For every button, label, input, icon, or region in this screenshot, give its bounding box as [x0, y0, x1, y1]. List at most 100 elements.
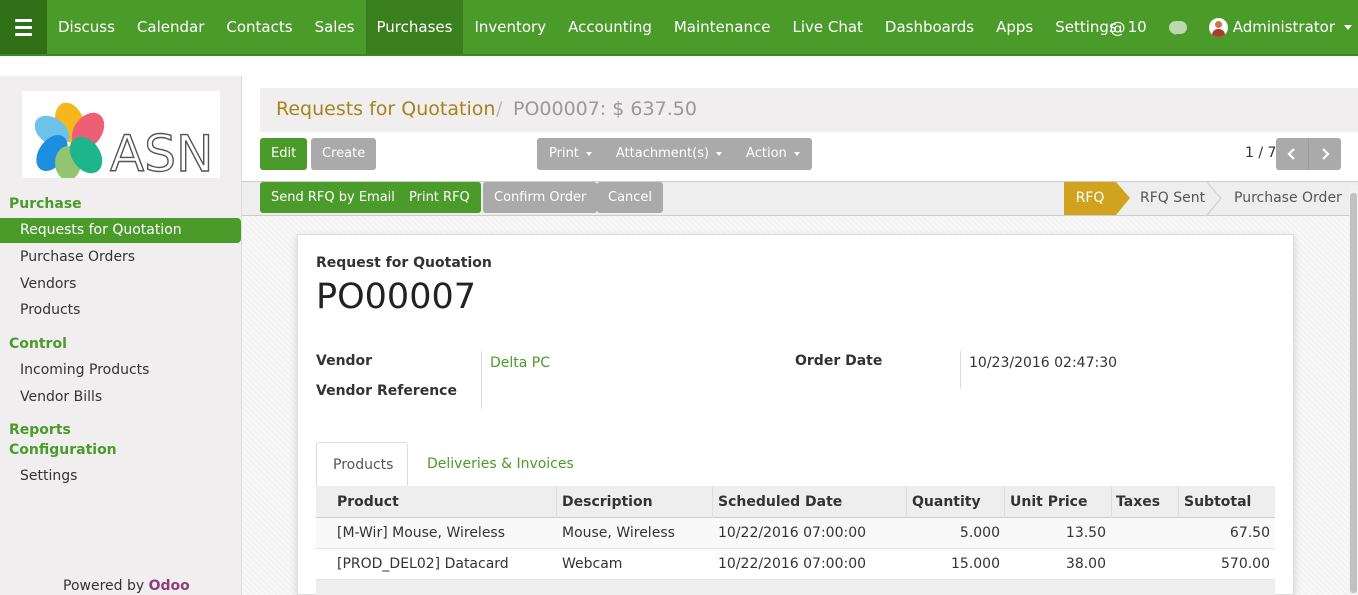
sidebar-actions: Print Attachment(s) Action [537, 138, 812, 170]
powered-by-label: Powered by [63, 578, 145, 594]
top-navbar: Discuss Calendar Contacts Sales Purchase… [0, 0, 1358, 56]
row-unit-price: 38.00 [1065, 556, 1106, 572]
row-quantity: 5.000 [959, 525, 1000, 541]
field-divider [960, 351, 961, 389]
chevron-right-icon [1322, 148, 1330, 160]
scrollbar-thumb[interactable] [1350, 193, 1357, 593]
action-dropdown[interactable]: Action [734, 138, 812, 170]
chevron-down-icon [1344, 24, 1352, 30]
row-product: [M-Wir] Mouse, Wireless [337, 525, 506, 541]
column-divider [1004, 486, 1005, 518]
print-dropdown[interactable]: Print [537, 138, 604, 170]
menu-accounting[interactable]: Accounting [557, 0, 663, 54]
sidebar-item-vendor-bills[interactable]: Vendor Bills [0, 385, 241, 410]
print-rfq-button[interactable]: Print RFQ [398, 182, 481, 213]
row-unit-price: 13.50 [1065, 525, 1106, 541]
vendor-label: Vendor [316, 353, 373, 369]
order-date-label: Order Date [795, 353, 883, 369]
at-icon: @ [1109, 17, 1126, 37]
column-divider [1111, 486, 1112, 518]
chevron-down-icon [716, 152, 723, 156]
sidebar-item-settings[interactable]: Settings [0, 464, 241, 489]
form-sheet: Request for Quotation PO00007 Vendor Del… [297, 234, 1294, 595]
chevron-down-icon [585, 152, 592, 156]
vendor-link[interactable]: Delta PC [490, 355, 550, 371]
col-product[interactable]: Product [337, 486, 399, 518]
hamburger-menu-icon[interactable] [0, 0, 47, 54]
scrollbar[interactable] [1349, 185, 1358, 595]
table-row[interactable]: [PROD_DEL02] Datacard Webcam 10/22/2016 … [316, 549, 1275, 580]
notebook-tabs: Products Deliveries & Invoices [316, 442, 1275, 486]
menu-purchases[interactable]: Purchases [365, 0, 464, 54]
previous-record-button[interactable] [1276, 138, 1308, 170]
menu-inventory[interactable]: Inventory [463, 0, 557, 54]
menu-apps[interactable]: Apps [985, 0, 1044, 54]
breadcrumb-parent[interactable]: Requests for Quotation [276, 98, 495, 120]
table-row[interactable]: [M-Wir] Mouse, Wireless Mouse, Wireless … [316, 518, 1275, 549]
user-name: Administrator [1232, 18, 1335, 36]
main-menu: Discuss Calendar Contacts Sales Purchase… [47, 0, 1128, 54]
user-menu[interactable]: Administrator [1208, 17, 1352, 37]
stage-purchase-order[interactable]: Purchase Order [1234, 182, 1342, 215]
menu-contacts[interactable]: Contacts [215, 0, 303, 54]
sidebar: ASN Purchase Requests for Quotation Purc… [0, 76, 242, 595]
order-date-value: 10/23/2016 02:47:30 [969, 355, 1118, 371]
confirm-order-button[interactable]: Confirm Order [483, 182, 598, 213]
row-subtotal: 67.50 [1229, 525, 1270, 541]
sidebar-item-purchase-orders[interactable]: Purchase Orders [0, 245, 241, 270]
odoo-link[interactable]: Odoo [149, 578, 190, 594]
tab-deliveries-invoices[interactable]: Deliveries & Invoices [411, 442, 590, 486]
menu-calendar[interactable]: Calendar [126, 0, 215, 54]
row-scheduled-date: 10/22/2016 07:00:00 [718, 556, 867, 572]
sidebar-item-incoming-products[interactable]: Incoming Products [0, 358, 241, 383]
column-divider [906, 486, 907, 518]
attachments-dropdown[interactable]: Attachment(s) [604, 138, 734, 170]
sidebar-item-vendors[interactable]: Vendors [0, 272, 241, 297]
next-record-button[interactable] [1308, 138, 1341, 170]
col-unit-price[interactable]: Unit Price [1010, 486, 1087, 518]
section-configuration[interactable]: Configuration [9, 442, 117, 458]
row-product: [PROD_DEL02] Datacard [337, 556, 509, 572]
menu-live-chat[interactable]: Live Chat [781, 0, 873, 54]
powered-by: Powered by Odoo [63, 578, 190, 594]
menu-dashboards[interactable]: Dashboards [874, 0, 985, 54]
table-footer [316, 580, 1275, 595]
stage-rfq-sent[interactable]: RFQ Sent [1140, 182, 1205, 215]
col-subtotal[interactable]: Subtotal [1184, 486, 1251, 518]
tab-products[interactable]: Products [316, 442, 408, 486]
chevron-left-icon [1287, 148, 1295, 160]
row-description: Webcam [562, 556, 623, 572]
table-header: Product Description Scheduled Date Quant… [316, 486, 1275, 518]
create-button[interactable]: Create [311, 138, 377, 170]
menu-sales[interactable]: Sales [304, 0, 366, 54]
edit-button[interactable]: Edit [260, 138, 308, 170]
print-label: Print [549, 146, 579, 161]
cancel-button[interactable]: Cancel [597, 182, 664, 213]
column-divider [712, 486, 713, 518]
stage-rfq[interactable]: RFQ [1064, 182, 1130, 215]
status-bar: Send RFQ by Email Print RFQ Confirm Orde… [242, 181, 1358, 216]
breadcrumb-current: PO00007: $ 637.50 [513, 98, 697, 120]
section-reports[interactable]: Reports [9, 422, 71, 438]
send-rfq-email-button[interactable]: Send RFQ by Email [260, 182, 406, 213]
section-purchase[interactable]: Purchase [9, 196, 82, 212]
breadcrumb-separator: / [496, 98, 503, 120]
section-control[interactable]: Control [9, 336, 67, 352]
document-type: Request for Quotation [316, 255, 492, 271]
sidebar-item-rfq[interactable]: Requests for Quotation [0, 218, 241, 243]
document-name: PO00007 [316, 277, 476, 317]
chat-icon[interactable] [1168, 20, 1187, 35]
stage-separator-icon [1206, 182, 1222, 215]
col-quantity[interactable]: Quantity [912, 486, 981, 518]
order-lines-table: Product Description Scheduled Date Quant… [316, 486, 1275, 580]
vendor-reference-label: Vendor Reference [316, 383, 457, 399]
mentions-button[interactable]: @ 10 [1110, 18, 1147, 37]
col-scheduled-date[interactable]: Scheduled Date [718, 486, 842, 518]
sidebar-item-products[interactable]: Products [0, 298, 241, 323]
col-taxes[interactable]: Taxes [1116, 486, 1160, 518]
field-divider [481, 351, 482, 409]
menu-discuss[interactable]: Discuss [47, 0, 126, 54]
col-description[interactable]: Description [562, 486, 653, 518]
menu-maintenance[interactable]: Maintenance [663, 0, 782, 54]
breadcrumb: Requests for Quotation / PO00007: $ 637.… [260, 88, 1358, 132]
